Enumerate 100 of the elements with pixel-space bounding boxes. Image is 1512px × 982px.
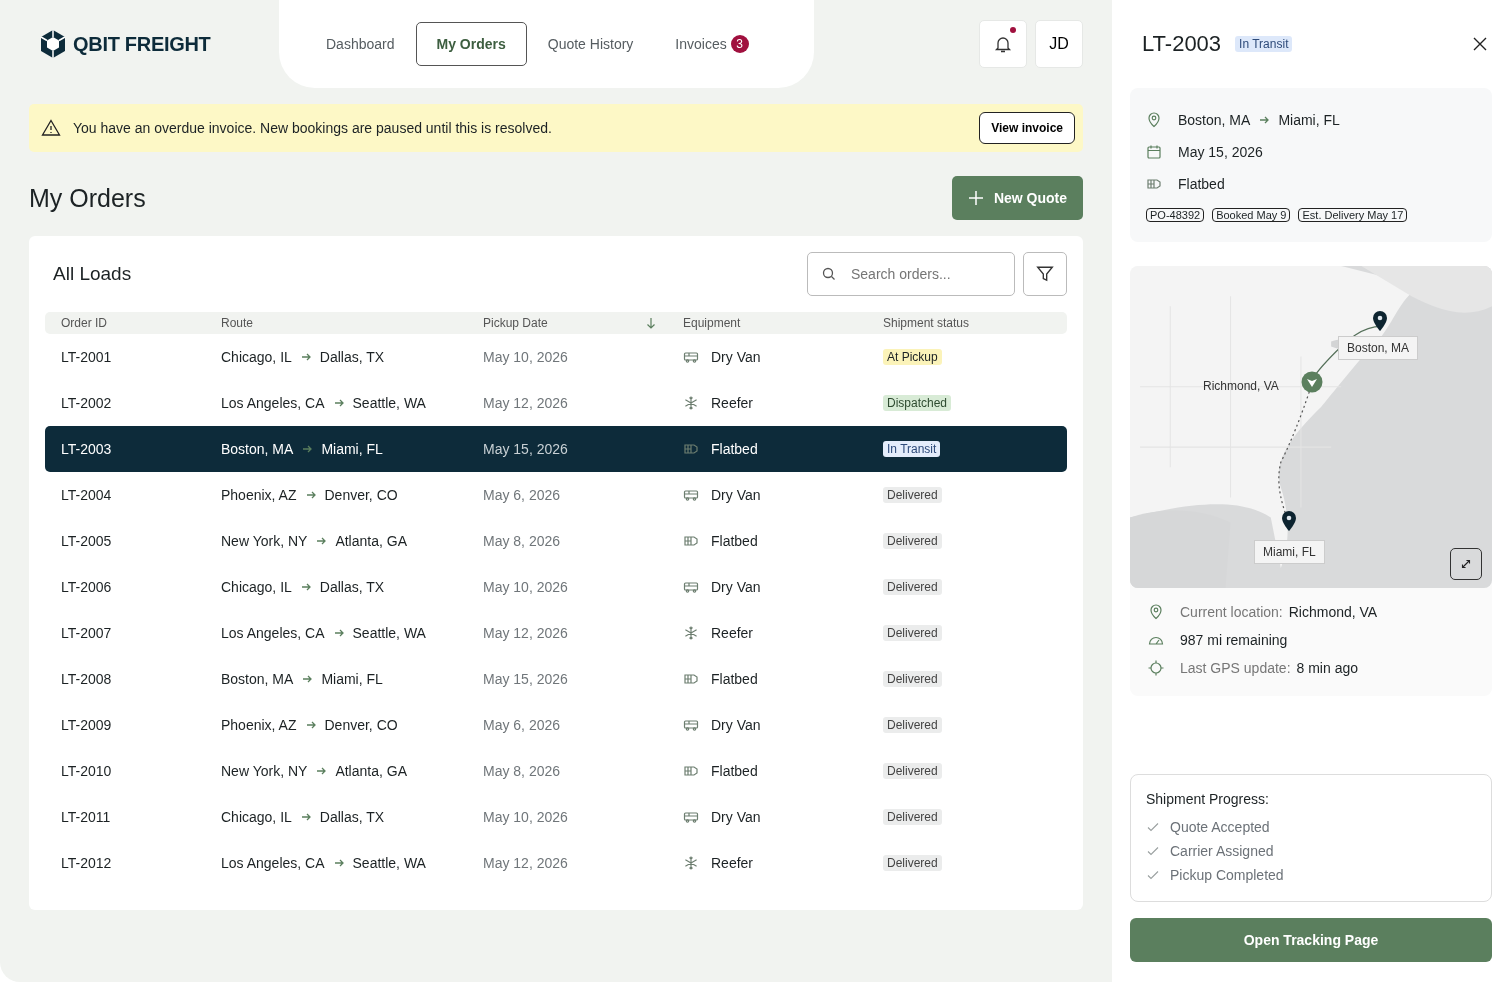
arrow-icon <box>304 489 317 501</box>
equipment-type: Flatbed <box>1178 176 1225 192</box>
equipment-type: Flatbed <box>711 441 758 457</box>
van-icon <box>683 717 699 733</box>
nav-tab[interactable]: Invoices 3 <box>654 22 770 66</box>
page-title: My Orders <box>29 183 146 213</box>
view-invoice-button[interactable]: View invoice <box>979 112 1075 144</box>
arrow-icon <box>304 719 317 731</box>
nav-tab[interactable]: Dashboard <box>305 22 416 66</box>
arrow-icon <box>332 857 345 869</box>
route-destination: Dallas, TX <box>319 579 385 595</box>
count-badge: 3 <box>730 35 749 53</box>
equipment-type: Flatbed <box>711 671 758 687</box>
order-id: LT-2010 <box>61 763 112 779</box>
nav-tab[interactable]: Quote History <box>526 22 655 66</box>
pickup-date: May 6, 2026 <box>483 487 561 503</box>
arrow-icon <box>332 397 345 409</box>
map-pin-icon <box>1281 510 1297 532</box>
progress-title: Shipment Progress: <box>1146 791 1270 807</box>
route-destination: Miami, FL <box>1278 112 1340 128</box>
flatbed-icon <box>683 763 699 779</box>
route-destination: Dallas, TX <box>319 809 385 825</box>
flatbed-icon <box>683 671 699 687</box>
warning-icon <box>41 118 61 138</box>
table-row[interactable]: LT-2012 Los Angeles, CA Seattle, WA May 12, 2026 Reefer Delivered <box>45 840 1067 886</box>
progress-step: Pickup Completed <box>1170 867 1284 883</box>
table-row[interactable]: LT-2010 New York, NY Atlanta, GA May 8, 2026 Flatbed Delivered <box>45 748 1067 794</box>
user-avatar[interactable]: JD <box>1035 20 1083 68</box>
route-destination: Seattle, WA <box>352 855 426 871</box>
equipment-type: Flatbed <box>711 763 758 779</box>
table-row[interactable]: LT-2009 Phoenix, AZ Denver, CO May 6, 2026 Dry Van Delivered <box>45 702 1067 748</box>
brand-name: QBIT FREIGHT <box>73 32 211 56</box>
order-id: LT-2011 <box>61 809 111 825</box>
snowflake-icon <box>683 855 699 871</box>
route-origin: New York, NY <box>221 763 308 779</box>
table-row[interactable]: LT-2004 Phoenix, AZ Denver, CO May 6, 2026 Dry Van Delivered <box>45 472 1067 518</box>
search-field[interactable]: Search orders... <box>807 252 1015 296</box>
order-id: LT-2003 <box>61 441 112 457</box>
open-tracking-page-button[interactable]: Open Tracking Page <box>1130 918 1492 962</box>
status-tag: Delivered <box>883 579 942 595</box>
equipment-type: Dry Van <box>711 717 761 733</box>
route-destination: Seattle, WA <box>352 395 426 411</box>
column-header: Route <box>221 316 254 330</box>
search-icon <box>821 266 837 282</box>
flatbed-icon <box>1146 176 1162 192</box>
location-pin-icon <box>1146 112 1162 128</box>
table-row[interactable]: LT-2007 Los Angeles, CA Seattle, WA May 12, 2026 Reefer Delivered <box>45 610 1067 656</box>
map-label: Miami, FL <box>1254 540 1325 564</box>
filter-icon <box>1036 265 1054 283</box>
status-tag: Delivered <box>883 717 942 733</box>
status-tag: Delivered <box>883 533 942 549</box>
arrow-icon <box>299 811 312 823</box>
expand-icon <box>1459 557 1473 571</box>
order-id: LT-2007 <box>61 625 112 641</box>
route-origin: Los Angeles, CA <box>221 625 325 641</box>
calendar-icon <box>1146 144 1162 160</box>
order-id: LT-2005 <box>61 533 112 549</box>
pickup-date: May 8, 2026 <box>483 533 561 549</box>
info-tag: PO-48392 <box>1146 208 1205 222</box>
cube-logo-icon <box>39 29 67 59</box>
detail-title: LT-2003 <box>1142 31 1222 57</box>
equipment-type: Dry Van <box>711 579 761 595</box>
pickup-date: May 6, 2026 <box>483 717 561 733</box>
table-row[interactable]: LT-2003 Boston, MA Miami, FL May 15, 2026 Flatbed In Transit <box>45 426 1067 472</box>
notifications-button[interactable] <box>979 20 1027 68</box>
table-row[interactable]: LT-2011 Chicago, IL Dallas, TX May 10, 2026 Dry Van Delivered <box>45 794 1067 840</box>
equipment-type: Flatbed <box>711 533 758 549</box>
filter-button[interactable] <box>1023 252 1067 296</box>
order-id: LT-2006 <box>61 579 112 595</box>
equipment-type: Dry Van <box>711 809 761 825</box>
gps-update-time: 8 min ago <box>1296 660 1358 676</box>
arrow-icon <box>301 443 314 455</box>
route-destination: Dallas, TX <box>319 349 385 365</box>
expand-map-button[interactable] <box>1450 548 1482 580</box>
progress-step: Quote Accepted <box>1170 819 1270 835</box>
van-icon <box>683 487 699 503</box>
table-row[interactable]: LT-2008 Boston, MA Miami, FL May 15, 2026 Flatbed Delivered <box>45 656 1067 702</box>
equipment-type: Reefer <box>711 395 754 411</box>
route-origin: New York, NY <box>221 533 308 549</box>
sort-arrow-icon[interactable] <box>645 317 657 329</box>
table-row[interactable]: LT-2002 Los Angeles, CA Seattle, WA May 12, 2026 Reefer Dispatched <box>45 380 1067 426</box>
route-destination: Atlanta, GA <box>335 763 407 779</box>
route-origin: Los Angeles, CA <box>221 395 325 411</box>
table-row[interactable]: LT-2005 New York, NY Atlanta, GA May 8, 2026 Flatbed Delivered <box>45 518 1067 564</box>
status-tag: At Pickup <box>883 349 942 365</box>
nav-tab[interactable]: My Orders <box>415 22 527 66</box>
column-header: Order ID <box>61 316 107 330</box>
status-tag: In Transit <box>1235 36 1293 52</box>
van-icon <box>683 349 699 365</box>
arrow-icon <box>1258 114 1271 126</box>
status-tag: Delivered <box>883 487 942 503</box>
close-icon <box>1472 36 1488 52</box>
current-position-marker-icon <box>1301 371 1323 393</box>
table-row[interactable]: LT-2001 Chicago, IL Dallas, TX May 10, 2026 Dry Van At Pickup <box>45 334 1067 380</box>
new-quote-button[interactable]: New Quote <box>951 176 1083 220</box>
route-origin: Chicago, IL <box>221 809 292 825</box>
table-row[interactable]: LT-2006 Chicago, IL Dallas, TX May 10, 2026 Dry Van Delivered <box>45 564 1067 610</box>
route-destination: Denver, CO <box>324 717 398 733</box>
column-header: Shipment status <box>883 316 970 330</box>
distance-remaining: 987 mi remaining <box>1180 632 1288 648</box>
